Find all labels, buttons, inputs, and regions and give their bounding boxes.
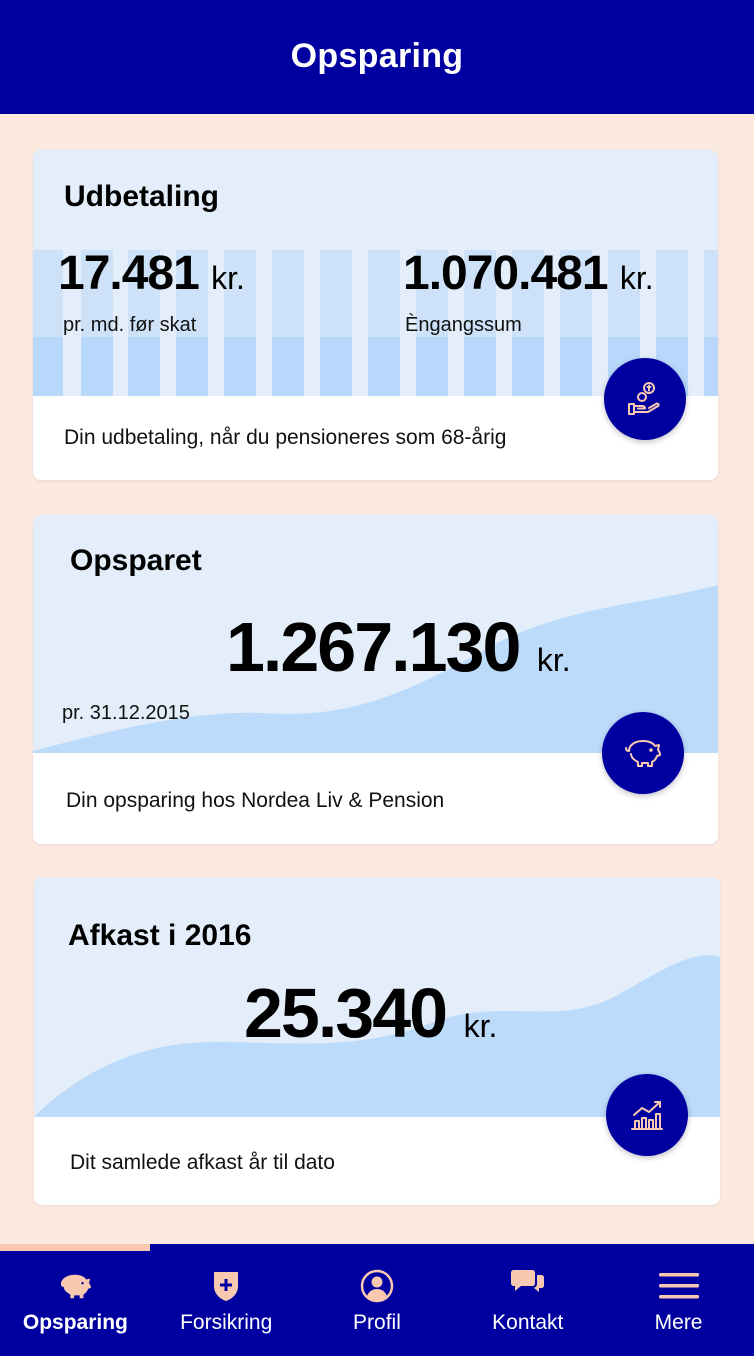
active-tab-indicator: [0, 1244, 150, 1251]
savings-card[interactable]: Opsparet 1.267.130 kr. pr. 31.12.2015 Di…: [33, 515, 718, 844]
monthly-amount: 17.481 kr.: [58, 247, 245, 300]
savings-action-button[interactable]: [602, 712, 684, 794]
bar-chart-trend-icon: [631, 1101, 663, 1130]
chat-bubbles-icon: [509, 1268, 547, 1304]
lump-sum-amount: 1.070.481 kr.: [403, 247, 654, 300]
savings-date: pr. 31.12.2015: [62, 702, 190, 724]
savings-title: Opsparet: [70, 544, 202, 577]
hand-coins-icon: [628, 382, 660, 415]
tab-label: Kontakt: [492, 1311, 564, 1334]
piggy-bank-icon: [56, 1268, 94, 1304]
page-title: Opsparing: [290, 36, 464, 75]
tab-label: Forsikring: [180, 1311, 273, 1334]
monthly-label: pr. md. før skat: [63, 314, 197, 336]
tab-label: Profil: [353, 1311, 401, 1334]
tab-forsikring[interactable]: Forsikring: [151, 1244, 302, 1356]
piggy-bank-icon: [625, 740, 661, 767]
return-amount: 25.340 kr.: [244, 974, 498, 1052]
payout-description: Din udbetaling, når du pensioneres som 6…: [64, 426, 507, 449]
profile-icon: [360, 1268, 394, 1304]
shield-plus-icon: [211, 1268, 241, 1304]
bottom-tab-bar: Opsparing Forsikring Profil Kontakt Mere: [0, 1244, 754, 1356]
return-description: Dit samlede afkast år til dato: [70, 1151, 335, 1174]
tab-mere[interactable]: Mere: [603, 1244, 754, 1356]
tab-label: Opsparing: [22, 1311, 128, 1334]
app-header: Opsparing: [0, 0, 754, 114]
savings-amount: 1.267.130 kr.: [226, 608, 571, 686]
tab-kontakt[interactable]: Kontakt: [452, 1244, 603, 1356]
return-title: Afkast i 2016: [68, 919, 252, 952]
menu-icon: [658, 1268, 699, 1304]
payout-action-button[interactable]: [604, 358, 686, 440]
payout-card[interactable]: Udbetaling 17.481 kr. pr. md. før skat 1…: [33, 150, 718, 480]
return-action-button[interactable]: [606, 1074, 688, 1156]
payout-title: Udbetaling: [64, 180, 219, 213]
return-card[interactable]: Afkast i 2016 25.340 kr. Dit samlede afk…: [34, 877, 720, 1205]
tab-profil[interactable]: Profil: [302, 1244, 453, 1356]
lump-sum-label: Èngangssum: [405, 314, 522, 336]
tab-opsparing[interactable]: Opsparing: [0, 1244, 151, 1356]
tab-label: Mere: [654, 1311, 703, 1334]
savings-description: Din opsparing hos Nordea Liv & Pension: [66, 789, 445, 812]
